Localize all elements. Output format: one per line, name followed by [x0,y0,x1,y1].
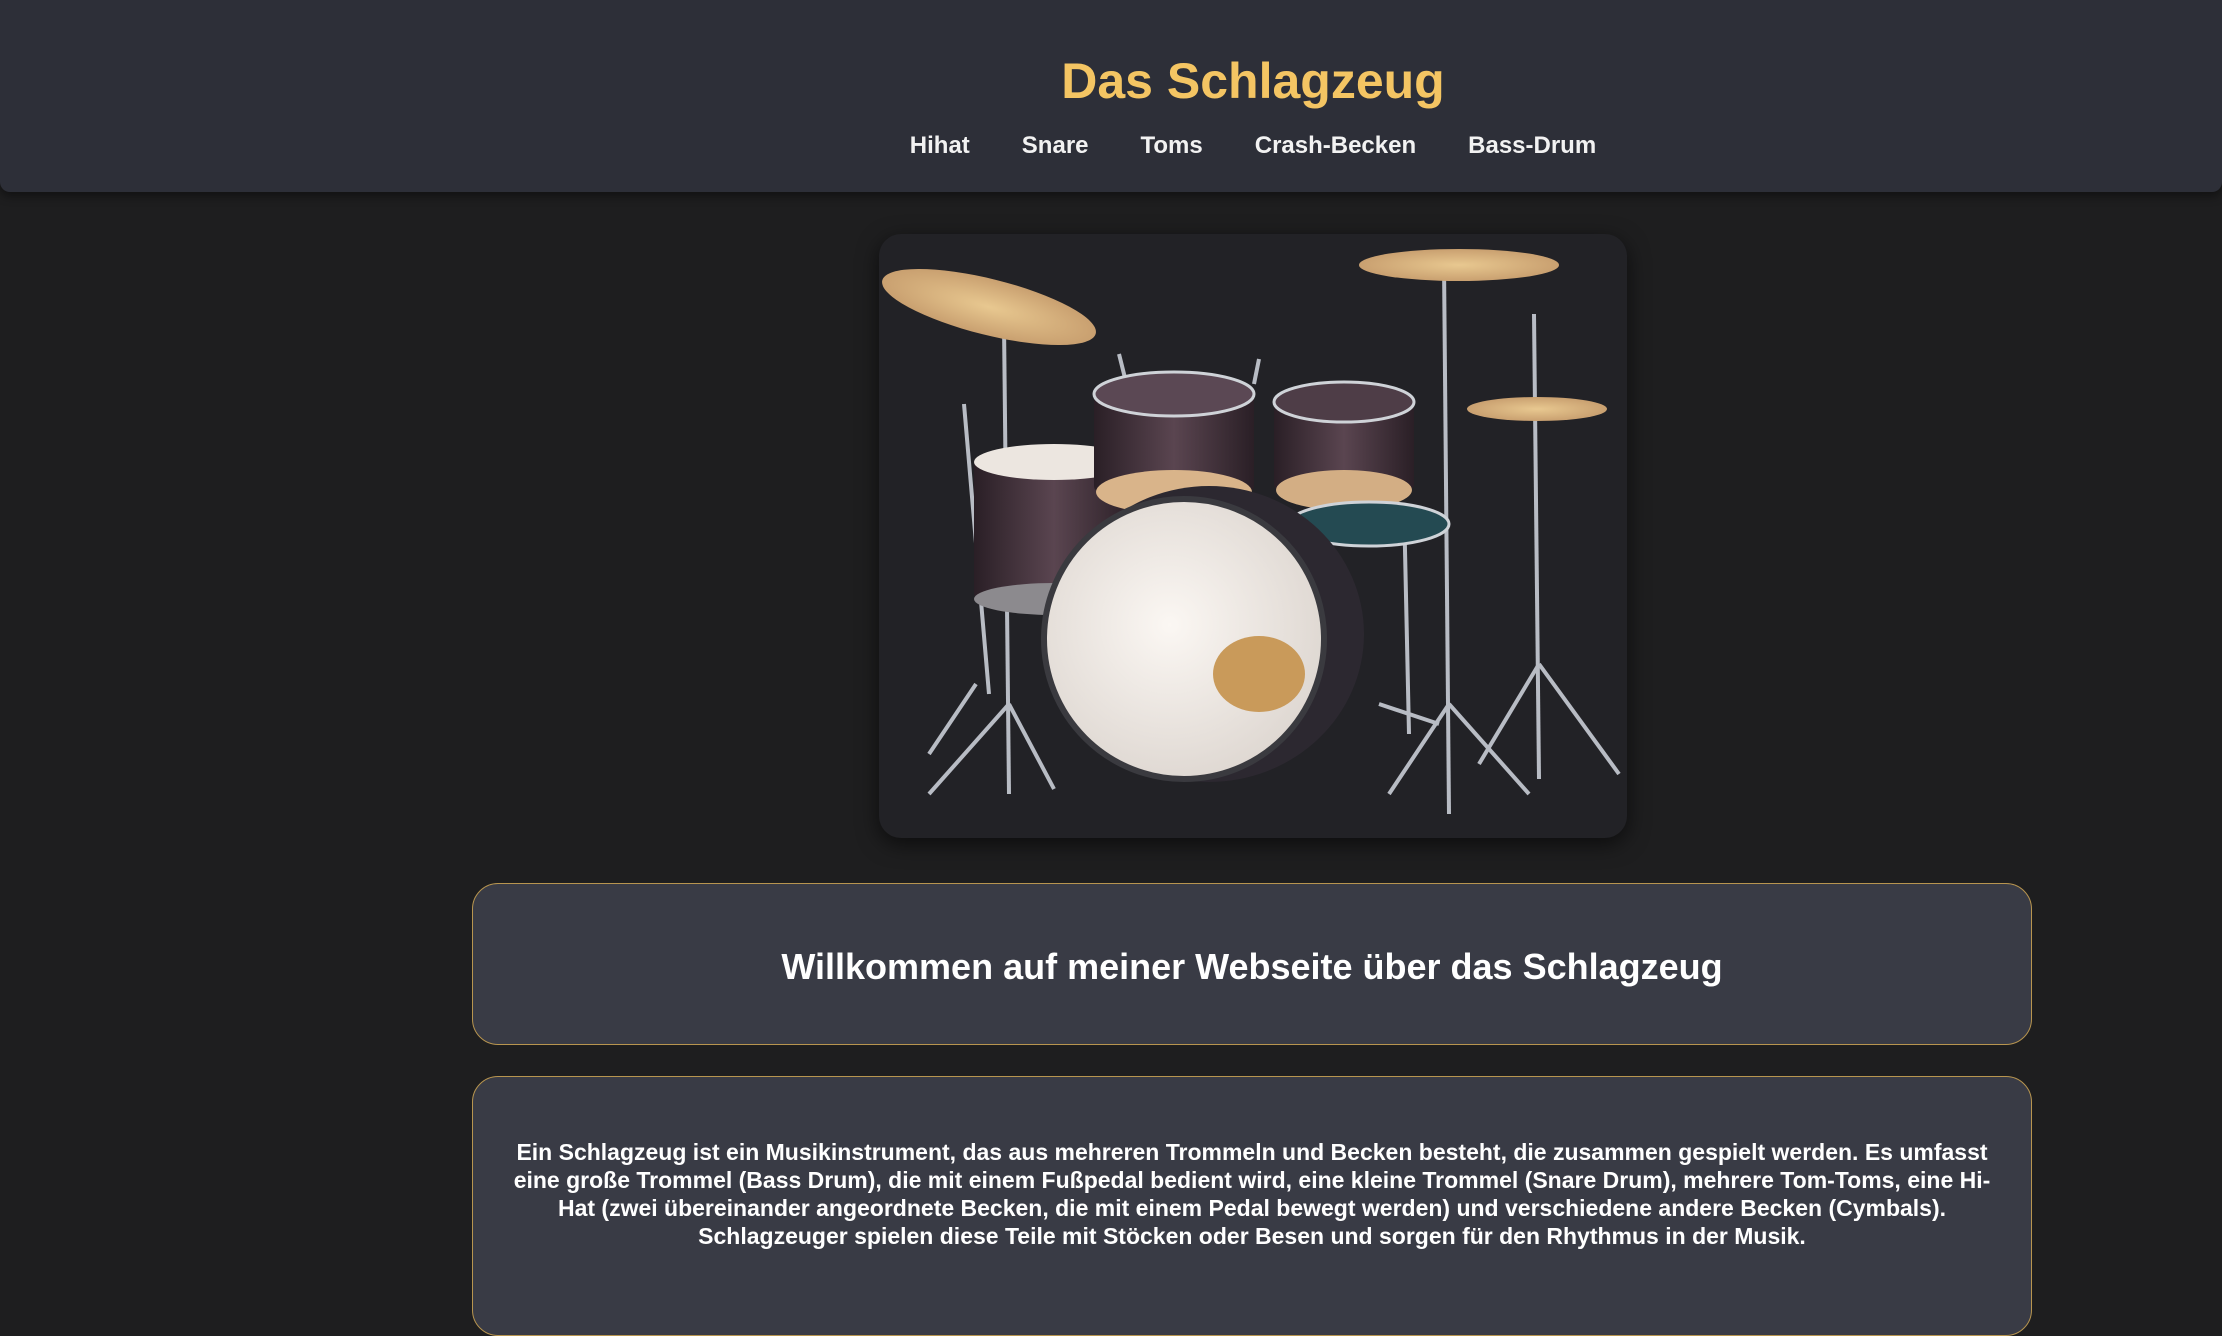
site-title: Das Schlagzeug [1061,53,1445,109]
drum-kit-illustration [882,249,1621,815]
welcome-heading: Willkommen auf meiner Webseite über das … [781,946,1723,987]
nav-item-hihat[interactable]: Hihat [910,132,970,160]
main-nav: Hihat Snare Toms Crash-Becken Bass-Drum [0,132,2222,160]
nav-item-snare[interactable]: Snare [1022,132,1089,160]
site-header: Das Schlagzeug Hihat Snare Toms Crash-Be… [0,0,2222,192]
nav-item-crash-becken[interactable]: Crash-Becken [1255,132,1416,160]
welcome-card: Willkommen auf meiner Webseite über das … [472,883,2032,1045]
intro-text: Ein Schlagzeug ist ein Musikinstrument, … [513,1139,1991,1249]
nav-item-toms[interactable]: Toms [1141,132,1203,160]
intro-card: Ein Schlagzeug ist ein Musikinstrument, … [472,1076,2032,1336]
drum-kit-image [879,234,1627,838]
nav-item-bass-drum[interactable]: Bass-Drum [1468,132,1596,160]
